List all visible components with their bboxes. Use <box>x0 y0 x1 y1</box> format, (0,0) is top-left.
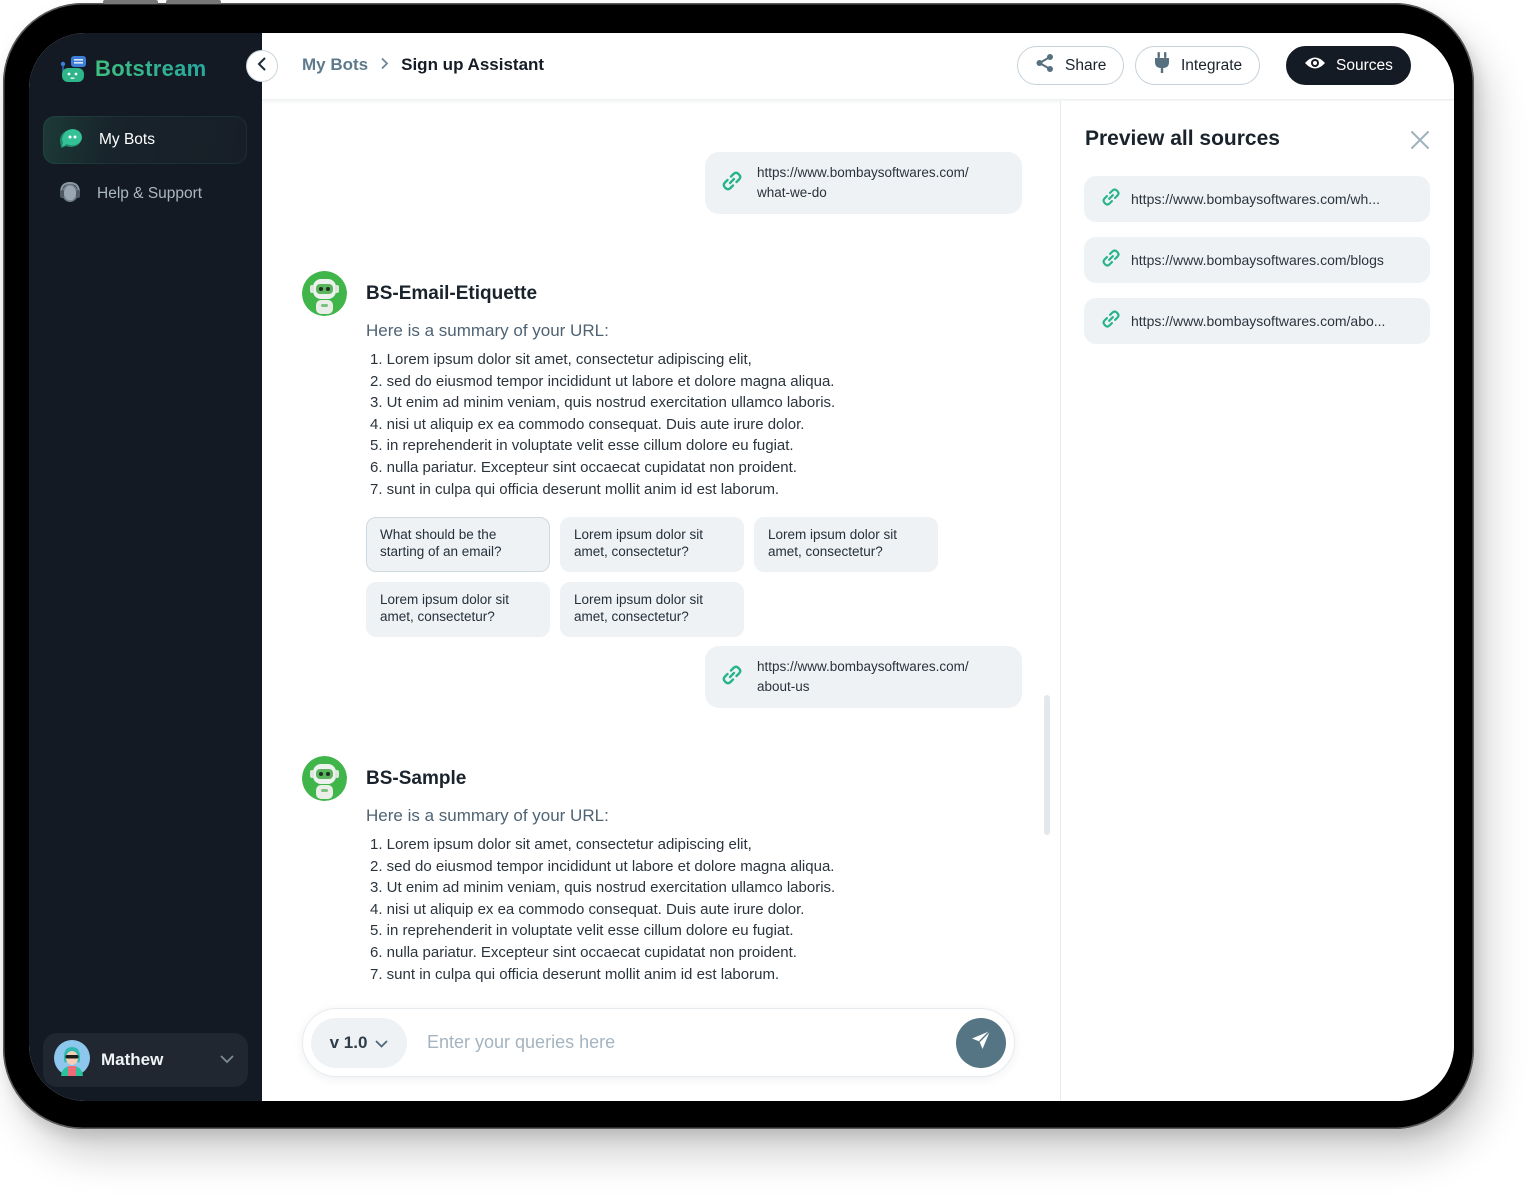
summary-item: 4. nisi ut aliquip ex ea commodo consequ… <box>370 415 805 433</box>
summary-item: 5. in reprehenderit in voluptate velit e… <box>370 922 794 940</box>
collapse-sidebar-button[interactable] <box>246 50 278 82</box>
bot-logo-icon <box>59 55 89 83</box>
version-label: v 1.0 <box>329 1032 368 1052</box>
link-icon <box>721 664 743 691</box>
user-url-message: https://www.bombaysoftwares.com/ about-u… <box>705 646 1022 708</box>
summary-list: 1. Lorem ipsum dolor sit amet, consectet… <box>370 834 835 985</box>
url-line: https://www.bombaysoftwares.com/ <box>757 659 969 674</box>
sidebar: Botstream My Bots Help & Support Mathew <box>29 33 262 1101</box>
source-item[interactable]: https://www.bombaysoftwares.com/abo... <box>1084 298 1430 344</box>
bot-avatar <box>302 271 347 316</box>
sidebar-item-my-bots[interactable]: My Bots <box>43 116 247 164</box>
bot-name: BS-Sample <box>366 768 467 789</box>
suggested-questions: What should be the starting of an email?… <box>366 517 938 637</box>
suggestion-chip[interactable]: What should be the starting of an email? <box>366 517 550 572</box>
source-url: https://www.bombaysoftwares.com/wh... <box>1131 191 1380 207</box>
suggestion-chip[interactable]: Lorem ipsum dolor sit amet, consectetur? <box>366 582 550 637</box>
summary-item: 3. Ut enim ad minim veniam, quis nostrud… <box>370 879 836 897</box>
sidebar-item-label: Help & Support <box>97 185 203 202</box>
chevron-right-icon <box>380 55 389 75</box>
chat-bubbles-icon <box>57 126 85 155</box>
share-button[interactable]: Share <box>1017 46 1125 85</box>
summary-item: 3. Ut enim ad minim veniam, quis nostrud… <box>370 394 836 412</box>
summary-item: 1. Lorem ipsum dolor sit amet, consectet… <box>370 836 752 853</box>
source-url: https://www.bombaysoftwares.com/abo... <box>1131 313 1386 329</box>
breadcrumb-my-bots[interactable]: My Bots <box>302 55 368 75</box>
user-menu[interactable]: Mathew <box>43 1033 248 1087</box>
url-line: what-we-do <box>757 185 827 200</box>
send-button[interactable] <box>956 1017 1006 1068</box>
summary-item: 6. nulla pariatur. Excepteur sint occaec… <box>370 458 797 476</box>
summary-item: 2. sed do eiusmod tempor incididunt ut l… <box>370 857 835 875</box>
version-select[interactable]: v 1.0 <box>311 1017 407 1068</box>
user-url-message: https://www.bombaysoftwares.com/ what-we… <box>705 152 1022 214</box>
chevron-left-icon <box>257 57 267 76</box>
close-icon <box>1409 131 1431 155</box>
bot-name: BS-Email-Etiquette <box>366 283 538 304</box>
chevron-down-icon <box>220 1051 234 1069</box>
panel-title: Preview all sources <box>1085 127 1280 150</box>
query-composer: v 1.0 <box>302 1008 1015 1077</box>
bot-intro: Here is a summary of your URL: <box>366 321 609 340</box>
source-item[interactable]: https://www.bombaysoftwares.com/blogs <box>1084 237 1430 283</box>
integrate-button[interactable]: Integrate <box>1135 46 1261 85</box>
app-screen: Botstream My Bots Help & Support Mathew … <box>29 33 1454 1101</box>
suggestion-chip[interactable]: Lorem ipsum dolor sit amet, consectetur? <box>560 582 744 637</box>
link-icon <box>1101 309 1121 334</box>
share-label: Share <box>1065 56 1107 74</box>
suggestion-chip[interactable]: Lorem ipsum dolor sit amet, consectetur? <box>754 517 938 572</box>
top-header: My Bots Sign up Assistant Share Integrat… <box>246 33 1454 100</box>
tablet-frame: Botstream My Bots Help & Support Mathew … <box>3 0 1474 1129</box>
link-icon <box>1101 187 1121 212</box>
sources-panel: Preview all sources https://www.bombayso… <box>1061 101 1454 1101</box>
chat-scrollbar[interactable] <box>1044 695 1050 835</box>
summary-item: 7. sunt in culpa qui officia deserunt mo… <box>370 965 780 983</box>
share-icon <box>1035 53 1055 78</box>
sources-label: Sources <box>1336 56 1393 74</box>
link-icon <box>721 170 743 197</box>
eye-icon <box>1304 55 1326 76</box>
user-name: Mathew <box>101 1050 164 1069</box>
link-icon <box>1101 248 1121 273</box>
send-icon <box>969 1028 993 1057</box>
bot-intro: Here is a summary of your URL: <box>366 806 609 825</box>
breadcrumb-current-page: Sign up Assistant <box>401 55 545 74</box>
chevron-down-icon <box>375 1033 389 1053</box>
summary-item: 1. Lorem ipsum dolor sit amet, consectet… <box>370 351 752 368</box>
brand-name: Botstream <box>95 56 207 81</box>
plug-icon <box>1153 52 1171 79</box>
breadcrumb: My Bots Sign up Assistant <box>302 55 544 75</box>
query-input[interactable] <box>427 1032 956 1053</box>
brand[interactable]: Botstream <box>59 55 207 83</box>
avatar <box>54 1039 90 1081</box>
url-line: https://www.bombaysoftwares.com/ <box>757 165 969 180</box>
summary-item: 6. nulla pariatur. Excepteur sint occaec… <box>370 943 797 961</box>
source-url: https://www.bombaysoftwares.com/blogs <box>1131 252 1384 268</box>
sidebar-item-help-support[interactable]: Help & Support <box>43 170 247 218</box>
summary-item: 5. in reprehenderit in voluptate velit e… <box>370 437 794 455</box>
suggestion-chip[interactable]: Lorem ipsum dolor sit amet, consectetur? <box>560 517 744 572</box>
summary-item: 2. sed do eiusmod tempor incididunt ut l… <box>370 372 835 390</box>
close-panel-button[interactable] <box>1409 129 1431 151</box>
sidebar-item-label: My Bots <box>99 131 155 148</box>
summary-item: 7. sunt in culpa qui officia deserunt mo… <box>370 480 780 498</box>
integrate-label: Integrate <box>1181 56 1243 74</box>
summary-list: 1. Lorem ipsum dolor sit amet, consectet… <box>370 349 835 500</box>
headset-icon <box>57 179 83 210</box>
summary-item: 4. nisi ut aliquip ex ea commodo consequ… <box>370 900 805 918</box>
chat-thread: https://www.bombaysoftwares.com/ what-we… <box>262 101 1060 1101</box>
source-item[interactable]: https://www.bombaysoftwares.com/wh... <box>1084 176 1430 222</box>
bot-avatar <box>302 756 347 801</box>
sources-button[interactable]: Sources <box>1286 46 1411 85</box>
url-line: about-us <box>757 679 810 694</box>
